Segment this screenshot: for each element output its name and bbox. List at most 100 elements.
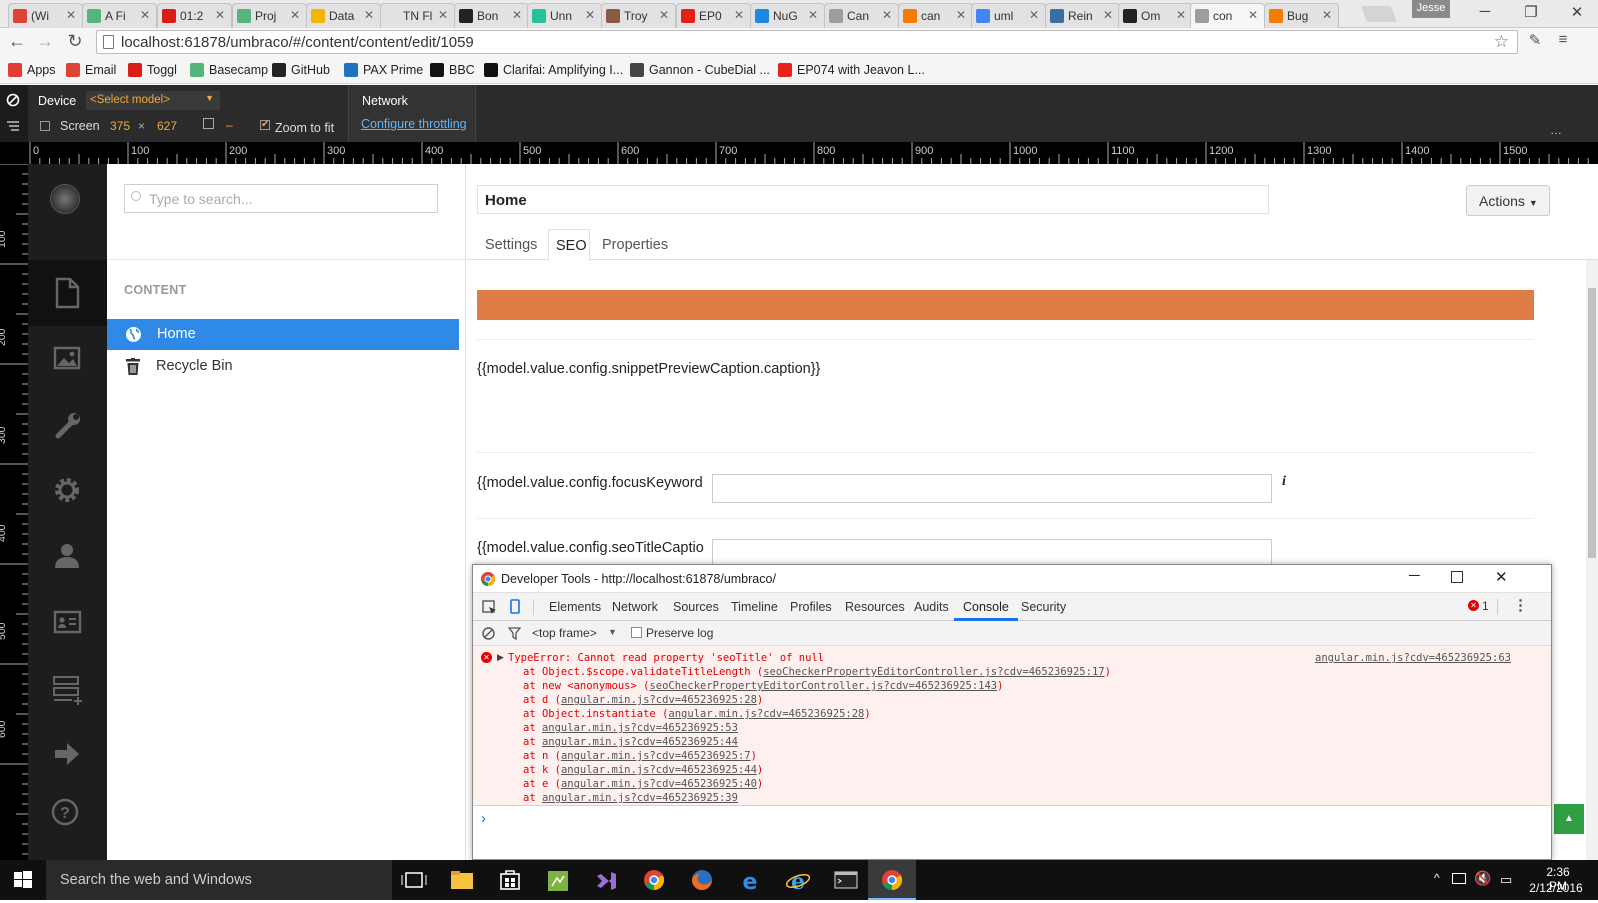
members-section-icon[interactable] <box>28 590 107 656</box>
expand-triangle-icon[interactable]: ▶ <box>497 652 504 663</box>
edge-icon[interactable]: e <box>728 864 772 896</box>
back-icon[interactable]: ← <box>6 31 28 52</box>
task-view-icon[interactable] <box>392 864 436 896</box>
browser-tab[interactable]: 01:2 ✕ <box>157 3 232 28</box>
device-mode-toggle[interactable] <box>0 85 28 142</box>
minimize-icon[interactable]: ─ <box>1409 567 1420 584</box>
tab-close-icon[interactable]: ✕ <box>215 8 225 22</box>
extension-icon[interactable]: ✎ <box>1524 31 1546 49</box>
error-source-link[interactable]: angular.min.js?cdv=465236925:63 <box>1315 651 1511 665</box>
browser-tab[interactable]: Troy ✕ <box>601 3 676 28</box>
panel-tab-sources[interactable]: Sources <box>673 600 719 614</box>
filter-icon[interactable] <box>508 627 521 640</box>
volume-mute-icon[interactable]: 🔇 <box>1474 870 1491 887</box>
store-icon[interactable] <box>488 864 532 896</box>
more-icon[interactable]: … <box>1550 123 1562 137</box>
chrome-icon[interactable] <box>632 864 676 896</box>
panel-tab-audits[interactable]: Audits <box>914 600 949 614</box>
stack-frame-link[interactable]: angular.min.js?cdv=465236925:44 <box>542 736 738 748</box>
stack-frame-link[interactable]: angular.min.js?cdv=465236925:40 <box>561 778 757 790</box>
tab-close-icon[interactable]: ✕ <box>1176 8 1186 22</box>
stack-frame-link[interactable]: angular.min.js?cdv=465236925:39 <box>542 792 738 804</box>
browser-tab[interactable]: Om ✕ <box>1118 3 1193 28</box>
bookmark-item[interactable]: Gannon - CubeDial ... <box>630 63 770 77</box>
console-prompt[interactable]: › <box>481 810 486 827</box>
error-badge-icon[interactable]: ✕ <box>1468 600 1479 611</box>
device-mode-icon[interactable] <box>510 599 520 614</box>
start-button[interactable] <box>0 860 46 900</box>
bookmark-item[interactable]: GitHub <box>272 63 330 77</box>
focus-keyword-input[interactable] <box>712 474 1272 503</box>
browser-tab[interactable]: Bon ✕ <box>454 3 529 28</box>
browser-tab[interactable]: (Wi ✕ <box>8 3 83 28</box>
menu-icon[interactable]: ≡ <box>1552 31 1574 48</box>
panel-tab-timeline[interactable]: Timeline <box>731 600 778 614</box>
tab-close-icon[interactable]: ✕ <box>808 8 818 22</box>
tab-close-icon[interactable]: ✕ <box>659 8 669 22</box>
tree-item-home[interactable]: Home <box>107 319 459 350</box>
screen-height[interactable]: 627 <box>157 119 177 133</box>
panel-tab-network[interactable]: Network <box>612 600 658 614</box>
bookmark-item[interactable]: Apps <box>8 63 56 77</box>
browser-tab[interactable]: Bug ✕ <box>1264 3 1339 28</box>
tab-close-icon[interactable]: ✕ <box>1103 8 1113 22</box>
internet-explorer-icon[interactable]: e <box>776 864 820 896</box>
stack-frame-link[interactable]: seoCheckerPropertyEditorController.js?cd… <box>763 666 1104 678</box>
browser-tab[interactable]: NuG ✕ <box>750 3 825 28</box>
tab-close-icon[interactable]: ✕ <box>1322 8 1332 22</box>
address-bar[interactable]: localhost:61878/umbraco/#/content/conten… <box>96 30 1518 54</box>
zoom-checkbox[interactable]: ✔ <box>260 120 270 130</box>
bookmark-item[interactable]: Email <box>66 63 116 77</box>
stack-frame-link[interactable]: angular.min.js?cdv=465236925:28 <box>668 708 864 720</box>
stack-frame-link[interactable]: angular.min.js?cdv=465236925:53 <box>542 722 738 734</box>
preserve-log-checkbox[interactable] <box>631 627 642 638</box>
help-icon[interactable]: ? <box>28 788 107 848</box>
visual-studio-icon[interactable] <box>584 864 628 896</box>
inspect-element-icon[interactable] <box>482 600 497 615</box>
browser-tab[interactable]: A Fi ✕ <box>82 3 157 28</box>
bookmark-item[interactable]: EP074 with Jeavon L... <box>778 63 925 77</box>
tab-close-icon[interactable]: ✕ <box>734 8 744 22</box>
spreadsheet-app-icon[interactable] <box>536 864 580 896</box>
tab-close-icon[interactable]: ✕ <box>438 8 448 22</box>
stack-frame-link[interactable]: angular.min.js?cdv=465236925:7 <box>561 750 751 762</box>
chevron-up-icon[interactable]: ^ <box>1434 871 1440 885</box>
maximize-icon[interactable] <box>1451 571 1463 583</box>
scrollbar-thumb[interactable] <box>1588 288 1596 558</box>
device-pixel-ratio[interactable]: – <box>226 118 233 132</box>
users-section-icon[interactable] <box>28 524 107 590</box>
avatar[interactable] <box>50 184 80 214</box>
chrome-active-task-icon[interactable] <box>868 860 916 900</box>
tab-close-icon[interactable]: ✕ <box>882 8 892 22</box>
firefox-icon[interactable] <box>680 864 724 896</box>
bookmark-item[interactable]: PAX Prime <box>344 63 423 77</box>
configure-throttling-link[interactable]: Configure throttling <box>361 117 467 131</box>
tab-close-icon[interactable]: ✕ <box>364 8 374 22</box>
tab-close-icon[interactable]: ✕ <box>290 8 300 22</box>
search-input[interactable]: Type to search... <box>124 184 438 213</box>
browser-tab[interactable]: EP0 ✕ <box>676 3 751 28</box>
restore-icon[interactable]: ❐ <box>1516 3 1546 21</box>
browser-tab[interactable]: Proj ✕ <box>232 3 307 28</box>
stack-frame-link[interactable]: angular.min.js?cdv=465236925:28 <box>561 694 757 706</box>
panel-tab-profiles[interactable]: Profiles <box>790 600 832 614</box>
forms-section-icon[interactable] <box>28 656 107 722</box>
media-section-icon[interactable] <box>28 326 107 392</box>
tab-close-icon[interactable]: ✕ <box>512 8 522 22</box>
tab-close-icon[interactable]: ✕ <box>585 8 595 22</box>
file-explorer-icon[interactable] <box>440 864 484 896</box>
bookmark-item[interactable]: Clarifai: Amplifying I... <box>484 63 623 77</box>
tab-close-icon[interactable]: ✕ <box>1029 8 1039 22</box>
keyboard-icon[interactable]: ▭ <box>1500 872 1512 888</box>
taskbar-search-box[interactable]: Search the web and Windows <box>46 860 392 900</box>
tab-close-icon[interactable]: ✕ <box>1248 8 1258 22</box>
browser-tab[interactable]: con ✕ <box>1190 3 1265 28</box>
new-tab-button[interactable] <box>1361 6 1397 22</box>
node-name-input[interactable]: Home <box>477 185 1269 214</box>
browser-tab[interactable]: Unn ✕ <box>527 3 602 28</box>
profile-badge[interactable]: Jesse <box>1412 0 1450 18</box>
actions-button[interactable]: Actions ▼ <box>1466 185 1550 216</box>
tab-close-icon[interactable]: ✕ <box>140 8 150 22</box>
editor-scrollbar[interactable] <box>1586 260 1598 860</box>
reload-icon[interactable]: ↻ <box>64 31 86 52</box>
